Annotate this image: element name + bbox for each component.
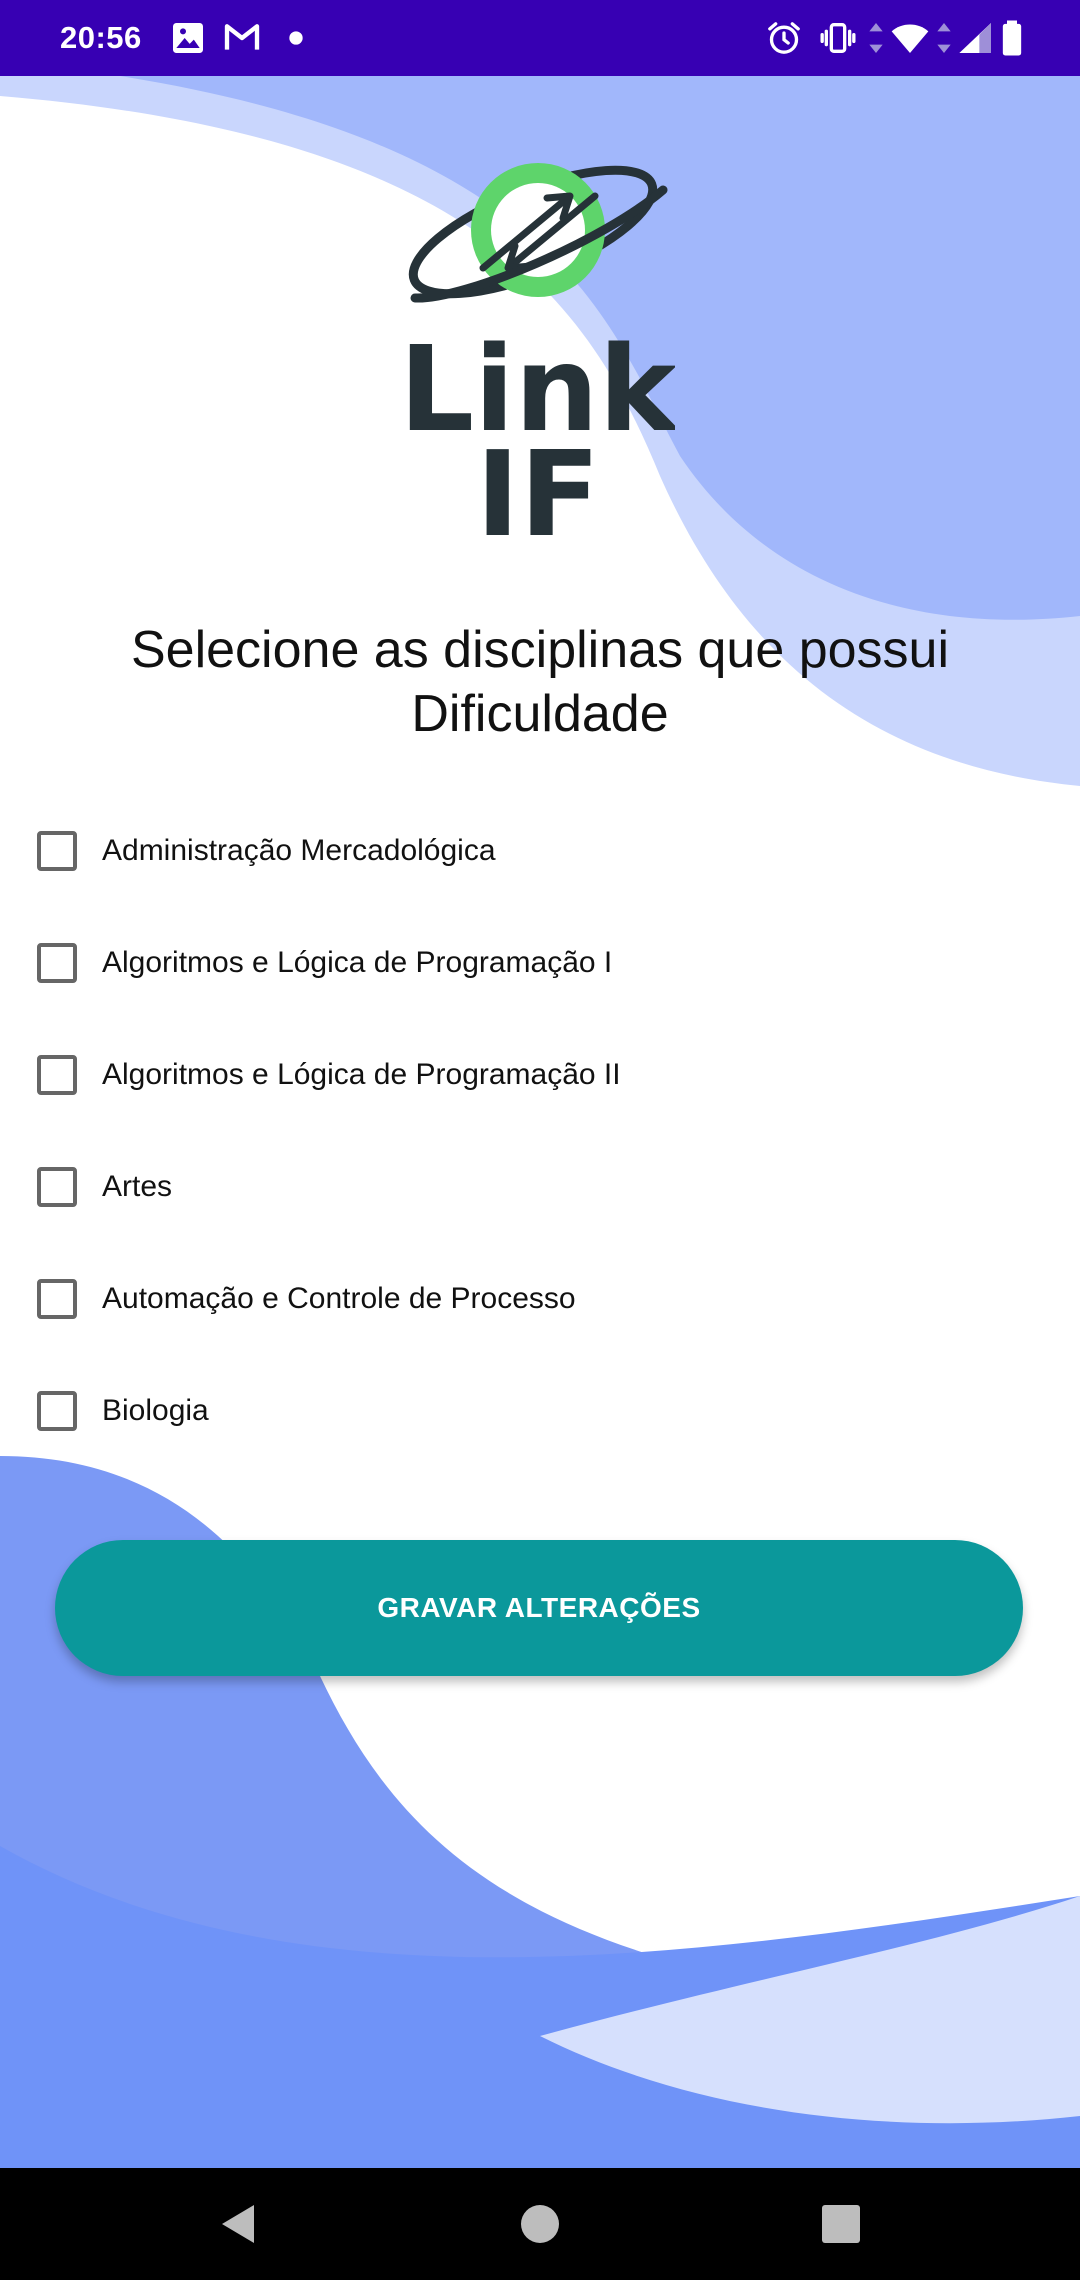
image-icon <box>173 23 203 53</box>
back-icon[interactable] <box>182 2168 294 2280</box>
subject-checkbox-row[interactable]: Algoritmos e Lógica de Programação II <box>0 1019 1080 1131</box>
subject-label: Biologia <box>102 1394 209 1427</box>
subject-label: Automação e Controle de Processo <box>102 1282 576 1315</box>
status-bar: 20:56 <box>0 0 1080 76</box>
page-title: Selecione as disciplinas que possui Difi… <box>130 621 950 743</box>
navigation-bar <box>0 2168 1080 2280</box>
dot-icon <box>289 31 303 45</box>
battery-icon <box>1002 20 1022 56</box>
alarm-icon <box>768 22 800 54</box>
checkbox[interactable] <box>37 1055 77 1095</box>
checkbox[interactable] <box>37 1279 77 1319</box>
recents-icon[interactable] <box>785 2168 897 2280</box>
subject-label: Algoritmos e Lógica de Programação II <box>102 1058 621 1091</box>
subject-checkbox-row[interactable]: Automação e Controle de Processo <box>0 1243 1080 1355</box>
data-arrows-icon-2 <box>937 23 951 53</box>
checkbox[interactable] <box>37 1167 77 1207</box>
wifi-icon <box>891 24 929 53</box>
save-changes-button[interactable]: GRAVAR ALTERAÇÕES <box>55 1540 1023 1676</box>
signal-icon <box>959 23 991 53</box>
subject-checklist: Administração Mercadológica Algoritmos e… <box>0 795 1080 1467</box>
subject-label: Artes <box>102 1170 173 1203</box>
subject-checkbox-row[interactable]: Biologia <box>0 1355 1080 1467</box>
home-icon[interactable] <box>484 2168 596 2280</box>
subject-label: Algoritmos e Lógica de Programação I <box>102 946 613 979</box>
gmail-icon <box>224 24 260 50</box>
logo-text-line2: IF <box>476 425 601 550</box>
status-time: 20:56 <box>60 20 142 55</box>
checkbox[interactable] <box>37 831 77 871</box>
subject-checkbox-row[interactable]: Administração Mercadológica <box>0 795 1080 907</box>
checkbox[interactable] <box>37 943 77 983</box>
subject-label: Administração Mercadológica <box>102 834 496 867</box>
subject-checkbox-row[interactable]: Artes <box>0 1131 1080 1243</box>
link-if-logo: Link IF <box>405 163 675 550</box>
subject-checkbox-row[interactable]: Algoritmos e Lógica de Programação I <box>0 907 1080 1019</box>
checkbox[interactable] <box>37 1391 77 1431</box>
vibrate-icon <box>820 23 856 53</box>
